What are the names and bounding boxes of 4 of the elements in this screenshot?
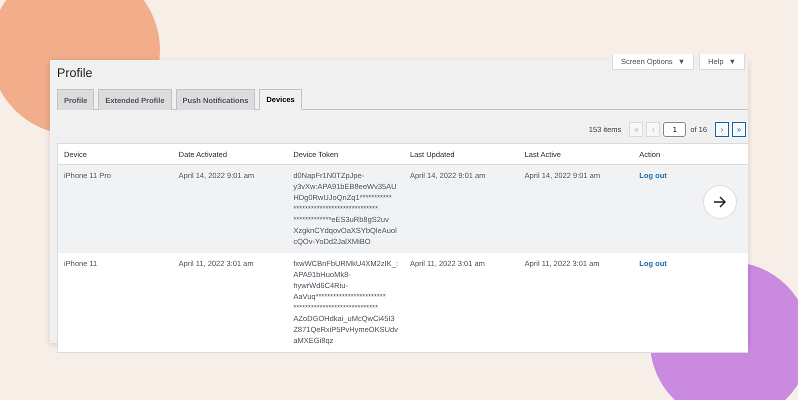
- pagination-button[interactable]: »: [732, 122, 746, 137]
- pagination-button[interactable]: ›: [715, 122, 729, 137]
- page-title: Profile: [57, 66, 92, 80]
- arrow-right-icon: [713, 196, 727, 208]
